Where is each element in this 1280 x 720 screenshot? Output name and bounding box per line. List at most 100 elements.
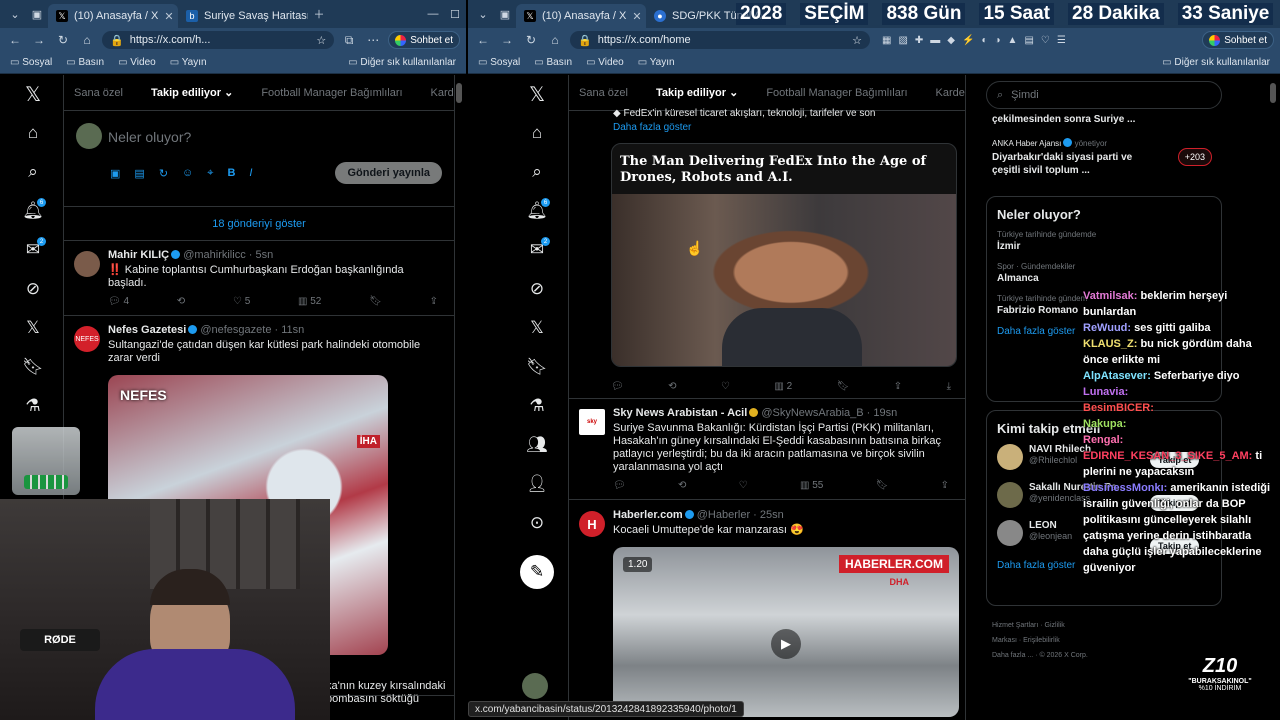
x-premium-icon[interactable]: 𝕏 bbox=[18, 313, 48, 343]
tab-football-manager[interactable]: Football Manager Bağımlıları bbox=[261, 87, 402, 99]
copilot-button[interactable]: Sohbet et bbox=[1202, 31, 1274, 49]
tab-football-manager[interactable]: Football Manager Bağımlıları bbox=[766, 87, 907, 99]
messages-icon[interactable]: ✉ 2 bbox=[522, 235, 552, 265]
workspaces-icon[interactable]: ▣ bbox=[494, 3, 516, 25]
tweet-video[interactable]: 1.20 HABERLER.COM DHA ▶ bbox=[613, 547, 959, 717]
views-icon[interactable]: ▥ 55 bbox=[800, 480, 823, 491]
tab-x-home[interactable]: 𝕏 (10) Anasayfa / X ✕ bbox=[516, 4, 646, 28]
home-icon[interactable]: ⌂ bbox=[78, 33, 96, 47]
trend-item[interactable]: Türkiye tarihinde gündemde İzmir bbox=[997, 230, 1211, 252]
extension-icon[interactable]: ▬ bbox=[930, 35, 940, 46]
bookmark-folder[interactable]: Basın bbox=[534, 57, 572, 68]
explore-search-icon[interactable]: ⌕ bbox=[522, 157, 552, 187]
home-icon[interactable]: ⌂ bbox=[522, 118, 552, 148]
messages-icon[interactable]: ✉ 2 bbox=[18, 235, 48, 265]
reply-icon[interactable]: 💬︎ bbox=[611, 381, 624, 392]
grok-icon[interactable]: ⊘ bbox=[522, 274, 552, 304]
forward-icon[interactable]: → bbox=[498, 33, 516, 47]
refresh-icon[interactable]: ↻ bbox=[522, 33, 540, 47]
show-more-link[interactable]: Daha fazla göster bbox=[613, 122, 691, 133]
extension-icon[interactable]: ▦ bbox=[882, 35, 891, 46]
communities-icon[interactable]: 👥︎ bbox=[522, 430, 552, 460]
tab-suriye[interactable]: b Suriye Savaş Haritası - Son ✕ bbox=[178, 4, 308, 28]
tab-following[interactable]: Takip ediliyor ⌄ bbox=[151, 86, 233, 99]
tab-for-you[interactable]: Sana özel bbox=[74, 87, 123, 99]
url-field[interactable]: 🔒 https://x.com/home ☆ bbox=[570, 31, 870, 49]
download-icon[interactable]: ⤓ bbox=[947, 381, 951, 392]
extension-icon[interactable]: ▤ bbox=[1024, 35, 1033, 46]
post-button[interactable]: Gönderi yayınla bbox=[335, 162, 442, 184]
extension-icon[interactable]: ☰ bbox=[1057, 35, 1066, 46]
tab-x-home[interactable]: 𝕏 (10) Anasayfa / X ✕ bbox=[48, 4, 178, 28]
bold-icon[interactable]: B bbox=[227, 167, 235, 180]
tab-kardesler[interactable]: Kardeşler Kır bbox=[431, 87, 454, 99]
like-icon[interactable]: ♡ bbox=[739, 480, 748, 491]
url-field[interactable]: 🔒 https://x.com/h... ☆ bbox=[102, 31, 335, 49]
close-icon[interactable]: ✕ bbox=[164, 10, 173, 23]
extensions-icon[interactable]: ⧉ bbox=[340, 33, 358, 48]
extension-icon[interactable]: ⚡ bbox=[962, 35, 974, 46]
views-icon[interactable]: ▥ 52 bbox=[298, 296, 321, 307]
search-box[interactable]: ⌕ Şimdi bbox=[986, 81, 1222, 109]
notifications-icon[interactable]: 🔔︎ 6 bbox=[18, 196, 48, 226]
bookmarks-icon[interactable]: 🔖︎ bbox=[522, 352, 552, 382]
bookmark-folder[interactable]: Video bbox=[118, 57, 155, 68]
workspaces-icon[interactable]: ▣ bbox=[26, 3, 48, 25]
home-icon[interactable]: ⌂ bbox=[18, 118, 48, 148]
article-card[interactable]: The Man Delivering FedEx Into the Age of… bbox=[611, 143, 957, 367]
bookmark-icon[interactable]: 🔖︎ bbox=[837, 381, 850, 392]
repost-icon[interactable]: ⟲ bbox=[668, 381, 676, 392]
extension-icon[interactable]: ▧ bbox=[898, 35, 907, 46]
minimize-icon[interactable]: — bbox=[422, 3, 444, 25]
x-logo-icon[interactable]: 𝕏 bbox=[522, 79, 552, 109]
copilot-button[interactable]: Sohbet et bbox=[388, 31, 460, 49]
reply-icon[interactable]: 💬︎ bbox=[613, 480, 626, 491]
home-icon[interactable]: ⌂ bbox=[546, 33, 564, 47]
explore-search-icon[interactable]: ⌕ bbox=[18, 157, 48, 187]
location-icon[interactable]: ⌖ bbox=[207, 167, 213, 180]
back-icon[interactable]: ← bbox=[6, 33, 24, 47]
top-item[interactable]: çekilmesinden sonra Suriye ... bbox=[986, 113, 1222, 126]
forward-icon[interactable]: → bbox=[30, 33, 48, 47]
play-icon[interactable]: ▶ bbox=[771, 629, 801, 659]
image-icon[interactable]: ▣ bbox=[110, 167, 120, 180]
like-icon[interactable]: ♡ bbox=[721, 381, 730, 392]
reply-icon[interactable]: 💬︎ 4 bbox=[108, 296, 129, 307]
jobs-icon[interactable]: ⚗ bbox=[522, 391, 552, 421]
extension-icon[interactable]: ◆ bbox=[947, 35, 955, 46]
notifications-icon[interactable]: 🔔︎ 6 bbox=[522, 196, 552, 226]
top-item[interactable]: ANKA Haber Ajansı yönetiyor Diyarbakır'd… bbox=[986, 138, 1222, 182]
jobs-icon[interactable]: ⚗ bbox=[18, 391, 48, 421]
views-icon[interactable]: ▥ 2 bbox=[774, 381, 792, 392]
tweet[interactable]: Mahir KILIÇ @mahirkilicc · 5sn ‼️ Kabine… bbox=[64, 241, 454, 316]
bookmark-folder[interactable]: Yayın bbox=[638, 57, 675, 68]
tab-following[interactable]: Takip ediliyor ⌄ bbox=[656, 86, 738, 99]
bookmark-icon[interactable]: 🔖︎ bbox=[369, 296, 382, 307]
extension-icon[interactable]: ◑ bbox=[995, 35, 1001, 46]
grok-icon[interactable]: ⊘ bbox=[18, 274, 48, 304]
tab-actions-icon[interactable]: ⌄ bbox=[472, 3, 494, 25]
grok-icon[interactable]: ↻ bbox=[159, 167, 168, 180]
extension-icon[interactable]: ✚ bbox=[915, 35, 923, 46]
italic-icon[interactable]: I bbox=[249, 167, 252, 180]
show-new-posts[interactable]: 18 gönderiyi göster bbox=[64, 207, 454, 241]
new-tab-icon[interactable]: ＋ bbox=[308, 3, 330, 25]
like-icon[interactable]: ♡ 5 bbox=[233, 296, 250, 307]
x-logo-icon[interactable]: 𝕏 bbox=[18, 79, 48, 109]
bookmark-folder[interactable]: Sosyal bbox=[10, 57, 52, 68]
extension-icon[interactable]: ♡ bbox=[1041, 35, 1050, 46]
bookmark-folder[interactable]: Sosyal bbox=[478, 57, 520, 68]
favorite-star-icon[interactable]: ☆ bbox=[316, 34, 326, 47]
tab-kardesler[interactable]: Kardeşler Kıra bbox=[936, 87, 965, 99]
profile-icon[interactable]: 👤︎ bbox=[522, 469, 552, 499]
more-icon[interactable]: ⊙ bbox=[522, 508, 552, 538]
share-icon[interactable]: ⇪ bbox=[941, 480, 949, 491]
other-bookmarks[interactable]: Diğer sık kullanılanlar bbox=[348, 57, 456, 68]
gif-icon[interactable]: ▤ bbox=[134, 167, 144, 180]
extension-icon[interactable]: ▲ bbox=[1008, 35, 1018, 46]
refresh-icon[interactable]: ↻ bbox=[54, 33, 72, 47]
other-bookmarks[interactable]: Diğer sık kullanılanlar bbox=[1162, 57, 1270, 68]
repost-icon[interactable]: ⟲ bbox=[678, 480, 686, 491]
tab-for-you[interactable]: Sana özel bbox=[579, 87, 628, 99]
bookmark-icon[interactable]: 🔖︎ bbox=[876, 480, 889, 491]
